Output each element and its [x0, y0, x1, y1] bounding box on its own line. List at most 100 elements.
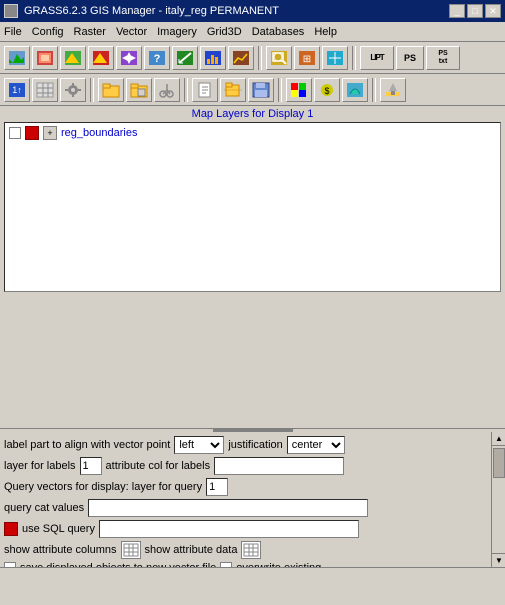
query-cat-input[interactable]: [88, 499, 368, 517]
ps2-button[interactable]: PStxt: [426, 46, 460, 70]
layer-labels-input[interactable]: [80, 457, 102, 475]
menu-vector[interactable]: Vector: [116, 26, 147, 38]
save-objects-row: save displayed objects to new vector fil…: [4, 562, 499, 568]
query-vectors-label: Query vectors for display: layer for que…: [4, 481, 202, 493]
layers-content: + reg_boundaries: [4, 122, 501, 292]
layers-panel-label: Map Layers for Display 1: [0, 106, 505, 122]
sql-query-label: use SQL query: [22, 523, 95, 535]
layer-labels-label: layer for labels: [4, 460, 76, 472]
menu-databases[interactable]: Databases: [252, 26, 305, 38]
scroll-up-button[interactable]: ▲: [492, 432, 505, 446]
empty-canvas-area: [0, 292, 505, 428]
maximize-button[interactable]: □: [467, 4, 483, 18]
toolbar-row-2: 1↑: [0, 74, 505, 106]
add-layer-button[interactable]: 1↑: [4, 78, 30, 102]
overwrite-checkbox[interactable]: [220, 562, 232, 568]
profile-button[interactable]: [228, 46, 254, 70]
toolbar2-sep3: [278, 78, 282, 102]
justification-label: justification: [228, 439, 282, 451]
copy-layers-button[interactable]: [126, 78, 152, 102]
color-picker2-button[interactable]: $: [314, 78, 340, 102]
open-folder-button[interactable]: [98, 78, 124, 102]
color-picker1-button[interactable]: [286, 78, 312, 102]
save-objects-checkbox[interactable]: [4, 562, 16, 568]
layer-expand-button[interactable]: +: [43, 126, 57, 140]
title-bar: GRASS6.2.3 GIS Manager - italy_reg PERMA…: [0, 0, 505, 22]
layer-checkbox[interactable]: [9, 127, 21, 139]
show-attr-data-button[interactable]: [241, 541, 261, 559]
menu-config[interactable]: Config: [32, 26, 64, 38]
zoom-in-button[interactable]: [60, 46, 86, 70]
window-title: GRASS6.2.3 GIS Manager - italy_reg PERMA…: [24, 5, 279, 17]
attr-col-labels-label: attribute col for labels: [106, 460, 211, 472]
menu-help[interactable]: Help: [314, 26, 337, 38]
sql-query-row: use SQL query: [4, 520, 499, 538]
save-button[interactable]: [248, 78, 274, 102]
open-file-button[interactable]: [220, 78, 246, 102]
status-bar: [0, 567, 505, 583]
close-button[interactable]: ✕: [485, 4, 501, 18]
ps1-button[interactable]: PS: [396, 46, 424, 70]
show-attr-cols-label: show attribute columns: [4, 544, 117, 556]
query-cat-row: query cat values: [4, 499, 499, 517]
minimize-button[interactable]: _: [449, 4, 465, 18]
lipt-label: LIPT: [370, 53, 383, 62]
toolbar2-sep2: [184, 78, 188, 102]
settings-button[interactable]: [60, 78, 86, 102]
show-attrs-row: show attribute columns show attribute da…: [4, 541, 499, 559]
sql-icon: [4, 522, 18, 536]
toolbar2-sep4: [372, 78, 376, 102]
grid-button[interactable]: [32, 78, 58, 102]
measure-button[interactable]: [172, 46, 198, 70]
layer-color-icon: [25, 126, 39, 140]
label-align-row: label part to align with vector point le…: [4, 436, 499, 454]
scroll-track: [492, 446, 505, 554]
attr-col-labels-input[interactable]: [214, 457, 344, 475]
show-attr-data-label: show attribute data: [145, 544, 238, 556]
edit-button[interactable]: [380, 78, 406, 102]
ps2-label: PStxt: [438, 50, 447, 65]
scroll-thumb[interactable]: [493, 448, 505, 478]
zoom-default-button[interactable]: ⊞: [294, 46, 320, 70]
lipt-button[interactable]: LIPT: [360, 46, 394, 70]
menu-file[interactable]: File: [4, 26, 22, 38]
properties-panel: label part to align with vector point le…: [0, 432, 505, 568]
app-icon: [4, 4, 18, 18]
right-scrollbar: ▲ ▼: [491, 432, 505, 568]
zoom-map-button[interactable]: [322, 46, 348, 70]
cut-button[interactable]: [154, 78, 180, 102]
menu-imagery[interactable]: Imagery: [157, 26, 197, 38]
query-vectors-input[interactable]: [206, 478, 228, 496]
justification-select[interactable]: center: [287, 436, 345, 454]
show-attr-cols-button[interactable]: [121, 541, 141, 559]
toolbar1-sep2: [352, 46, 356, 70]
toolbar1-sep1: [258, 46, 262, 70]
pan-button[interactable]: [116, 46, 142, 70]
query-button[interactable]: ?: [144, 46, 170, 70]
scroll-down-button[interactable]: ▼: [492, 553, 505, 567]
menu-raster[interactable]: Raster: [74, 26, 106, 38]
svg-text:1↑: 1↑: [12, 85, 22, 95]
overwrite-label: overwrite existing: [236, 562, 321, 568]
zoom-region-button[interactable]: [266, 46, 292, 70]
histogram-button[interactable]: [200, 46, 226, 70]
ps1-label: PS: [404, 53, 416, 63]
query-cat-label: query cat values: [4, 502, 84, 514]
label-align-select[interactable]: left: [174, 436, 224, 454]
display-button[interactable]: [4, 46, 30, 70]
menu-grid3d[interactable]: Grid3D: [207, 26, 242, 38]
svg-text:$: $: [324, 86, 329, 96]
sql-query-input[interactable]: [99, 520, 359, 538]
new-file-button[interactable]: [192, 78, 218, 102]
zoom-out-button[interactable]: [88, 46, 114, 70]
layer-name: reg_boundaries: [61, 127, 137, 139]
save-objects-label: save displayed objects to new vector fil…: [20, 562, 216, 568]
menu-bar: File Config Raster Vector Imagery Grid3D…: [0, 22, 505, 42]
toolbar-row-1: ?: [0, 42, 505, 74]
svg-text:⊞: ⊞: [303, 54, 311, 65]
toolbar2-sep1: [90, 78, 94, 102]
label-align-label: label part to align with vector point: [4, 439, 170, 451]
svg-text:?: ?: [154, 53, 161, 65]
color-picker3-button[interactable]: [342, 78, 368, 102]
redraw-button[interactable]: [32, 46, 58, 70]
